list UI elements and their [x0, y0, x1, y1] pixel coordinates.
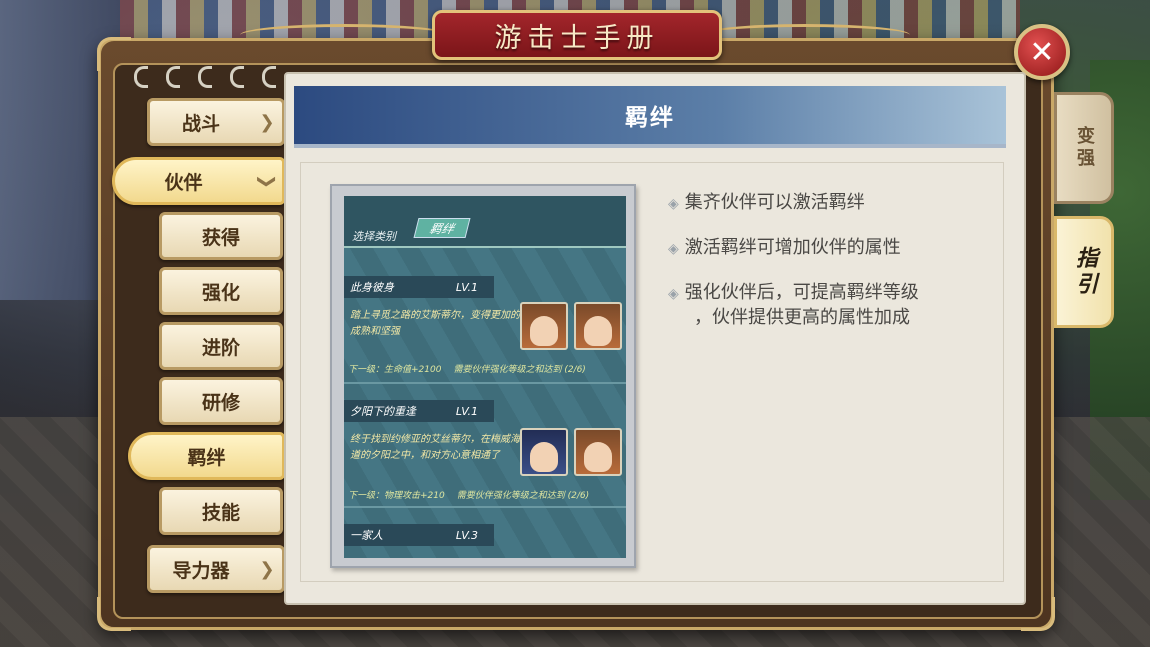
partner-avatar: [520, 302, 568, 350]
info-text: 强化伙伴后，可提高羁绊等级: [684, 282, 919, 303]
tab-label: 指引: [1072, 246, 1097, 298]
preview-entry-name: 此身彼身: [350, 281, 394, 294]
menu-item-orbment[interactable]: 导力器 ❯: [147, 545, 285, 593]
close-icon: ✕: [1029, 34, 1055, 70]
partner-avatar: [574, 302, 622, 350]
preview-entry-level: LV.3: [455, 528, 478, 542]
menu-item-obtain[interactable]: 获得: [159, 212, 283, 260]
info-text: ，伙伴提供更高的属性加成: [694, 307, 910, 328]
menu-item-skill[interactable]: 技能: [159, 487, 283, 535]
info-text: 集齐伙伴可以激活羁绊: [684, 192, 865, 213]
chevron-down-icon: ❯: [256, 173, 278, 189]
preview-entry-level: LV.1: [455, 280, 478, 294]
menu-item-label: 导力器: [172, 559, 230, 582]
info-line: ◈ 激活羁绊可增加伙伴的属性: [668, 235, 901, 262]
menu-item-label: 获得: [201, 226, 240, 249]
menu-item-label: 技能: [201, 501, 240, 524]
preview-requirement: 需要伙伴强化等级之和达到 (2/6): [456, 491, 590, 501]
preview-entry-level: LV.1: [455, 404, 478, 418]
menu-item-advance[interactable]: 进阶: [159, 322, 283, 370]
preview-entry-name: 一家人: [350, 529, 383, 542]
preview-separator: [344, 506, 626, 508]
menu-item-battle[interactable]: 战斗 ❯: [147, 98, 285, 146]
menu-item-label: 伙伴: [164, 171, 203, 194]
title-banner: 游击士手册: [432, 10, 722, 60]
preview-entry-header: 此身彼身 LV.1: [344, 276, 494, 298]
diamond-bullet-icon: ◈: [668, 241, 679, 257]
info-text: 激活羁绊可增加伙伴的属性: [684, 237, 901, 258]
bond-preview-screenshot: 选择类别 羁绊 此身彼身 LV.1 踏上寻觅之路的艾斯蒂尔，变得更加的成熟和坚强…: [330, 184, 636, 568]
menu-item-training[interactable]: 研修: [159, 377, 283, 425]
info-line: ◈ 集齐伙伴可以激活羁绊: [668, 190, 865, 217]
menu-item-partner[interactable]: 伙伴 ❯: [112, 157, 285, 205]
menu-item-label: 研修: [201, 391, 240, 414]
spiral-ring: [198, 66, 212, 88]
corner-ornament: [97, 37, 131, 71]
tab-guide[interactable]: 指引: [1054, 216, 1114, 328]
partner-avatar: [574, 428, 622, 476]
page-title: 羁绊: [625, 105, 675, 131]
corner-ornament: [97, 597, 131, 631]
preview-entry-header: 夕阳下的重逢 LV.1: [344, 400, 494, 422]
spiral-ring: [166, 66, 180, 88]
info-line: ◈ 强化伙伴后，可提高羁绊等级: [668, 280, 919, 307]
preview-entry-desc: 终于找到约修亚的艾丝蒂尔，在梅威海道的夕阳之中，和对方心意相通了: [350, 434, 520, 461]
preview-content: 选择类别 羁绊 此身彼身 LV.1 踏上寻觅之路的艾斯蒂尔，变得更加的成熟和坚强…: [344, 196, 626, 558]
preview-entry-name: 夕阳下的重逢: [350, 405, 416, 418]
partner-avatar: [520, 428, 568, 476]
preview-entry-desc: 踏上寻觅之路的艾斯蒂尔，变得更加的成熟和坚强: [350, 310, 520, 337]
preview-entry-next: 下一级：物理攻击+210 需要伙伴强化等级之和达到 (2/6): [348, 488, 589, 501]
preview-requirement: 需要伙伴强化等级之和达到 (2/6): [453, 365, 586, 375]
spiral-ring: [230, 66, 244, 88]
preview-entry-next: 下一级：生命值+2100 需要伙伴强化等级之和达到 (2/6): [348, 362, 586, 375]
diamond-bullet-icon: ◈: [668, 196, 679, 212]
window-title: 游击士手册: [494, 22, 660, 54]
corner-ornament: [1021, 597, 1055, 631]
preview-entry-header: 一家人 LV.3: [344, 524, 494, 546]
preview-divider: [344, 246, 626, 248]
page-header: 羁绊: [294, 86, 1006, 148]
menu-item-label: 战斗: [181, 112, 220, 135]
chevron-right-icon: ❯: [259, 558, 275, 580]
menu-item-label: 羁绊: [187, 446, 226, 469]
preview-select-label: 选择类别: [352, 230, 396, 243]
chevron-right-icon: ❯: [259, 111, 275, 133]
tab-label: 变强: [1074, 126, 1095, 170]
menu-item-label: 进阶: [201, 336, 240, 359]
menu-item-label: 强化: [201, 281, 240, 304]
preview-tab-bond: 羁绊: [413, 218, 471, 238]
tab-get-stronger[interactable]: 变强: [1054, 92, 1114, 204]
spiral-ring: [262, 66, 276, 88]
preview-separator: [344, 382, 626, 384]
title-ornament-right: [700, 24, 910, 46]
title-ornament-left: [240, 24, 450, 46]
info-line-continued: ，伙伴提供更高的属性加成: [688, 305, 910, 331]
spiral-ring: [134, 66, 148, 88]
menu-item-bond[interactable]: 羁绊: [128, 432, 285, 480]
menu-item-enhance[interactable]: 强化: [159, 267, 283, 315]
diamond-bullet-icon: ◈: [668, 286, 679, 302]
preview-next-bonus: 下一级：生命值+2100: [348, 365, 442, 375]
preview-next-bonus: 下一级：物理攻击+210: [348, 491, 445, 501]
